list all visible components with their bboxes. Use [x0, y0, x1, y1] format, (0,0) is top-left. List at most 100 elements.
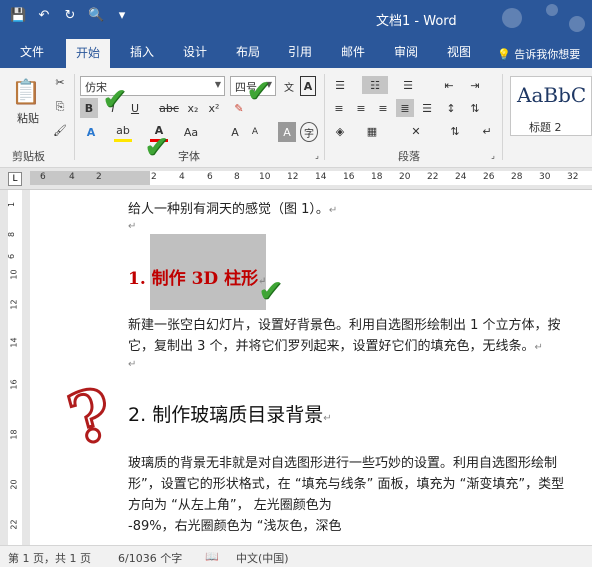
format-painter-icon[interactable]: 🖌: [52, 124, 68, 137]
ruler-tick: 6: [207, 172, 213, 182]
ruler-tick: 16: [9, 379, 19, 390]
undo-icon[interactable]: ↶: [36, 8, 52, 24]
align-right-icon[interactable]: ≡: [374, 99, 392, 117]
quick-access-toolbar: 💾 ↶ ↻ 🔍 ▾: [10, 8, 130, 24]
sort-icon[interactable]: ⇅: [446, 122, 464, 140]
paragraph: 方向为 “从左上角”， 左光圈颜色为: [128, 498, 332, 513]
chinese-layout-icon[interactable]: ✕: [404, 122, 428, 140]
cut-icon[interactable]: ✂: [52, 76, 68, 89]
character-border-icon[interactable]: A: [300, 76, 316, 96]
check-annotation-icon: ✔: [258, 274, 284, 309]
ruler-tick: 10: [9, 269, 19, 280]
redo-icon[interactable]: ↻: [62, 8, 78, 24]
vertical-ruler[interactable]: 1 8 6 10 12 14 16 18 20 22: [0, 190, 30, 545]
ruler-tick: 30: [539, 172, 551, 182]
tab-selector[interactable]: L: [8, 172, 22, 186]
page-count[interactable]: 第 1 页，共 1 页: [8, 550, 91, 566]
ruler-tick: 22: [427, 172, 439, 182]
tab-insert[interactable]: 插入: [130, 43, 154, 60]
tab-file[interactable]: 文件: [20, 43, 44, 60]
bold-button[interactable]: B: [80, 98, 98, 118]
numbering-icon[interactable]: ☷: [362, 76, 388, 94]
ruler-bar: [8, 190, 22, 545]
paste-button[interactable]: 粘贴: [12, 110, 44, 126]
ruler-tick: 6: [7, 253, 17, 260]
tab-review[interactable]: 审阅: [394, 43, 418, 60]
paragraph: 新建一张空白幻灯片，设置好背景色。利用自选图形绘制出 1 个立方体，按: [128, 318, 561, 333]
font-dialog-launcher-icon[interactable]: ⌟: [312, 150, 322, 160]
character-shading-icon[interactable]: A: [278, 122, 296, 142]
ruler-tick: 20: [9, 479, 19, 490]
title-bar: 💾 ↶ ↻ 🔍 ▾ 文档1 - Word: [0, 0, 592, 36]
enclose-characters-icon[interactable]: 字: [300, 122, 318, 142]
align-center-icon[interactable]: ≡: [352, 99, 370, 117]
word-count[interactable]: 6/1036 个字: [118, 550, 182, 566]
tab-view[interactable]: 视图: [447, 43, 471, 60]
highlight-color-icon[interactable]: ab: [114, 122, 132, 142]
ruler-tick: 26: [483, 172, 495, 182]
underline-button[interactable]: U: [126, 98, 144, 118]
empty-paragraph-mark: ↵: [128, 221, 137, 232]
ruler-tick: 18: [9, 429, 19, 440]
window-title: 文档1 - Word: [376, 14, 457, 29]
tab-references[interactable]: 引用: [288, 43, 312, 60]
tab-layout[interactable]: 布局: [236, 43, 260, 60]
check-annotation-icon: ✔: [102, 82, 128, 117]
ruler-tick: 4: [69, 172, 75, 182]
ruler-tick: 1: [7, 201, 17, 208]
ruler-tick: 8: [7, 231, 17, 238]
shrink-font-icon[interactable]: A: [248, 122, 262, 142]
text-effects-icon[interactable]: A: [82, 122, 100, 142]
ruler-tick: 8: [234, 172, 240, 182]
customize-qat-icon[interactable]: ▾: [114, 8, 130, 24]
save-icon[interactable]: 💾: [10, 8, 26, 24]
ruler-tick: 22: [9, 519, 19, 530]
ruler-tick: 12: [287, 172, 299, 182]
shading-icon[interactable]: ◈: [330, 122, 350, 140]
print-preview-icon[interactable]: 🔍: [88, 8, 104, 24]
borders-icon[interactable]: ▦: [362, 122, 382, 140]
paragraph: 它，复制出 3 个，并将它们罗列起来，设置好它们的填充色，无线条。↵: [128, 339, 543, 354]
proofing-icon[interactable]: 📖: [205, 550, 219, 563]
grow-font-icon[interactable]: A: [226, 122, 244, 142]
horizontal-ruler[interactable]: L 6 4 2 2 4 6 8 10 12 14 16 18 20 22 24 …: [0, 168, 592, 190]
ruler-tick: 10: [259, 172, 271, 182]
fade-overlay: [350, 490, 592, 545]
subscript-button[interactable]: x₂: [184, 98, 202, 118]
tab-mailings[interactable]: 邮件: [341, 43, 365, 60]
ruler-tick: 6: [40, 172, 46, 182]
change-case-button[interactable]: Aa: [180, 122, 202, 142]
tab-design[interactable]: 设计: [183, 43, 207, 60]
style-heading2[interactable]: AaBbC 标题 2: [510, 76, 592, 136]
increase-indent-icon[interactable]: ⇥: [466, 76, 484, 94]
ruler-tick: 24: [455, 172, 467, 182]
phonetic-guide-icon[interactable]: 文: [281, 76, 297, 96]
check-annotation-icon: ✔: [246, 74, 272, 109]
multilevel-list-icon[interactable]: ☰: [398, 76, 418, 94]
show-marks-icon[interactable]: ↵: [478, 122, 496, 140]
strikethrough-button[interactable]: abc: [157, 98, 181, 118]
style-name: 标题 2: [529, 121, 562, 134]
distributed-icon[interactable]: ☰: [418, 99, 436, 117]
group-divider: [502, 74, 503, 160]
heading-1: 1. 制作 3D 柱形↵: [128, 269, 267, 289]
decrease-indent-icon[interactable]: ⇤: [440, 76, 458, 94]
sort-icon[interactable]: ⇅: [466, 99, 484, 117]
ruler-margin: [30, 171, 150, 185]
line-spacing-icon[interactable]: ↕: [440, 99, 462, 117]
language-indicator[interactable]: 中文(中国): [236, 550, 289, 566]
paste-icon[interactable]: 📋: [10, 74, 42, 110]
document-page[interactable]: 给人一种别有洞天的感觉（图 1）。↵ ↵ 1. 制作 3D 柱形↵ ✔ 新建一张…: [30, 190, 592, 545]
copy-icon[interactable]: ⎘: [52, 100, 68, 114]
tell-me-box[interactable]: 💡 告诉我你想要: [497, 46, 580, 62]
ruler-tick: 28: [511, 172, 523, 182]
paragraph-dialog-launcher-icon[interactable]: ⌟: [488, 150, 498, 160]
bullets-icon[interactable]: ☰: [330, 76, 350, 94]
superscript-button[interactable]: x²: [205, 98, 223, 118]
paragraph: 玻璃质的背景无非就是对自选图形进行一些巧妙的设置。利用自选图形绘制: [128, 456, 558, 471]
align-left-icon[interactable]: ≡: [330, 99, 348, 117]
question-mark-annotation-icon: ?: [58, 370, 122, 464]
justify-icon[interactable]: ≣: [396, 99, 414, 117]
ribbon-decoration: [502, 4, 585, 32]
tab-home[interactable]: 开始: [66, 39, 111, 68]
